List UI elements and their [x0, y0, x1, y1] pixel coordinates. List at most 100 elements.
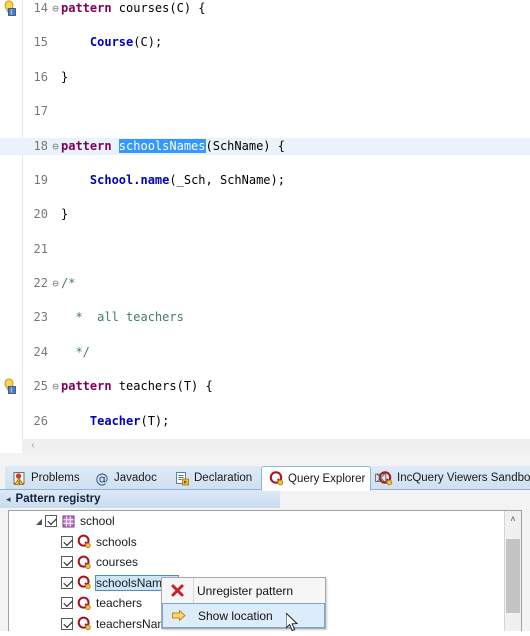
code-text: Teacher(T); [61, 413, 169, 430]
row-checkbox[interactable] [45, 515, 57, 528]
tab-problems[interactable]: Problems [5, 466, 88, 490]
fold-toggle-icon[interactable]: ⊖ [50, 0, 61, 17]
code-line[interactable]: 18 ⊖ pattern schoolsNames(SchName) { [0, 137, 530, 155]
pattern-icon [77, 534, 92, 549]
tree-vertical-scrollbar[interactable]: ˄ [504, 511, 521, 631]
scroll-left-arrow-icon[interactable]: ‹ [26, 439, 40, 453]
fold-toggle-icon[interactable]: ⊖ [50, 275, 61, 292]
menu-item-label: Unregister pattern [197, 583, 294, 598]
query-explorer-icon [269, 471, 284, 486]
pattern-registry-header[interactable]: ◂ Pattern registry [0, 490, 280, 508]
code-line[interactable]: 22 ⊖/* [0, 275, 530, 292]
line-number: 24 [33, 344, 48, 359]
code-token: * all teachers [61, 310, 184, 325]
tree-row-label: teachers [96, 596, 143, 611]
expand-arrow-icon[interactable]: ◢ [33, 517, 45, 526]
line-number: 18 [33, 138, 48, 153]
line-number: 26 [33, 413, 48, 428]
editor-horizontal-scrollbar[interactable]: ‹ [22, 439, 530, 453]
quickfix-marker[interactable]: i [2, 378, 20, 395]
row-checkbox[interactable] [61, 617, 73, 630]
code-line[interactable]: 26 Teacher(T); [0, 413, 530, 430]
tab-label: IncQuery Viewers Sandbox [397, 472, 530, 484]
editor-text-area[interactable]: i 14 ⊖ pattern courses(C) { 15 Course(C); 16}… [0, 0, 530, 462]
tree-row-label: courses [96, 555, 139, 570]
close-icon[interactable]: ⌧ [374, 472, 387, 485]
svg-text:i: i [10, 8, 12, 16]
code-token: (SchName) { [205, 138, 285, 153]
menu-item-icon-slot [162, 583, 193, 598]
view-tab-bar[interactable]: Problems @ Javadoc Declaration Query Explore… [0, 466, 530, 491]
scroll-up-arrow-icon[interactable]: ˄ [505, 511, 521, 528]
code-line[interactable]: i 25 ⊖ pattern teachers(T) { [0, 378, 530, 395]
code-token: (_Sch, SchName); [169, 172, 285, 187]
problems-icon [12, 471, 27, 486]
row-checkbox[interactable] [61, 556, 73, 569]
code-line[interactable]: 17 [0, 103, 530, 120]
code-line[interactable]: 15 Course(C); [0, 34, 530, 51]
svg-text:i: i [10, 387, 12, 395]
package-icon [61, 514, 76, 529]
selected-token: schoolsNames [118, 138, 206, 153]
line-number: 17 [33, 104, 48, 119]
fold-toggle-icon[interactable]: ⊖ [50, 138, 61, 155]
tab-javadoc[interactable]: @ Javadoc [88, 466, 168, 490]
tab-label: Javadoc [114, 472, 157, 484]
tree-row[interactable]: ◢ school [9, 511, 521, 532]
code-text: pattern teachers(T) { [61, 378, 213, 395]
code-token: Course [89, 35, 134, 50]
quickfix-marker[interactable]: i [2, 0, 20, 17]
pattern-icon [77, 616, 92, 631]
code-token: */ [61, 344, 90, 359]
context-menu[interactable]: Unregister pattern Show location [161, 577, 326, 629]
row-checkbox[interactable] [61, 597, 73, 610]
code-line[interactable]: 16} [0, 69, 530, 86]
code-token: } [61, 69, 69, 84]
tab-label: Problems [31, 472, 80, 484]
code-line[interactable]: 23 * all teachers [0, 309, 530, 326]
pattern-icon [77, 575, 92, 590]
code-line[interactable]: i 14 ⊖ pattern courses(C) { [0, 0, 530, 17]
code-token: courses(C) { [118, 1, 206, 15]
code-line[interactable]: 19 School.name(_Sch, SchName); [0, 172, 530, 189]
line-number: 19 [33, 172, 48, 187]
code-token: teachers(T) { [118, 379, 213, 394]
code-token: (T); [140, 413, 170, 428]
line-number: 20 [33, 207, 48, 222]
code-editor[interactable]: i 14 ⊖ pattern courses(C) { 15 Course(C); 16}… [0, 0, 530, 462]
code-line[interactable]: 21 [0, 241, 530, 258]
red-x-icon [170, 583, 185, 598]
code-text: */ [61, 344, 90, 361]
code-token: School.name [89, 172, 170, 187]
menu-item-unregister-pattern[interactable]: Unregister pattern [162, 578, 325, 603]
scrollbar-thumb[interactable] [506, 539, 520, 613]
tab-declaration[interactable]: Declaration [168, 466, 261, 490]
line-number: 22 [33, 276, 48, 291]
tab-query-explorer[interactable]: Query Explorer ⌧ [261, 466, 387, 491]
code-text: pattern courses(C) { [61, 0, 206, 17]
editor-bottom-padding [0, 453, 530, 462]
menu-item-label: Show location [198, 608, 273, 623]
pattern-icon [77, 555, 92, 570]
collapse-triangle-icon[interactable]: ◂ [6, 494, 11, 505]
tree-row-label: school [80, 514, 115, 529]
menu-item-show-location[interactable]: Show location [162, 603, 325, 628]
fold-toggle-icon[interactable]: ⊖ [50, 378, 61, 395]
code-token: pattern [61, 138, 119, 153]
line-number: 23 [33, 310, 48, 325]
row-checkbox[interactable] [61, 576, 73, 589]
tree-row[interactable]: courses [9, 552, 521, 573]
line-number: 21 [33, 241, 48, 256]
code-line[interactable]: 20} [0, 206, 530, 223]
code-token: pattern [61, 1, 119, 15]
code-text: Course(C); [61, 34, 162, 51]
tab-incquery-viewers-sandbox[interactable]: IncQuery Viewers Sandbox [371, 466, 530, 490]
row-checkbox[interactable] [61, 535, 73, 548]
code-line[interactable]: 24 */ [0, 344, 530, 361]
svg-text:@: @ [96, 472, 109, 486]
mouse-cursor [285, 611, 300, 633]
tab-label: Query Explorer [288, 472, 366, 485]
tree-row[interactable]: schools [9, 532, 521, 553]
